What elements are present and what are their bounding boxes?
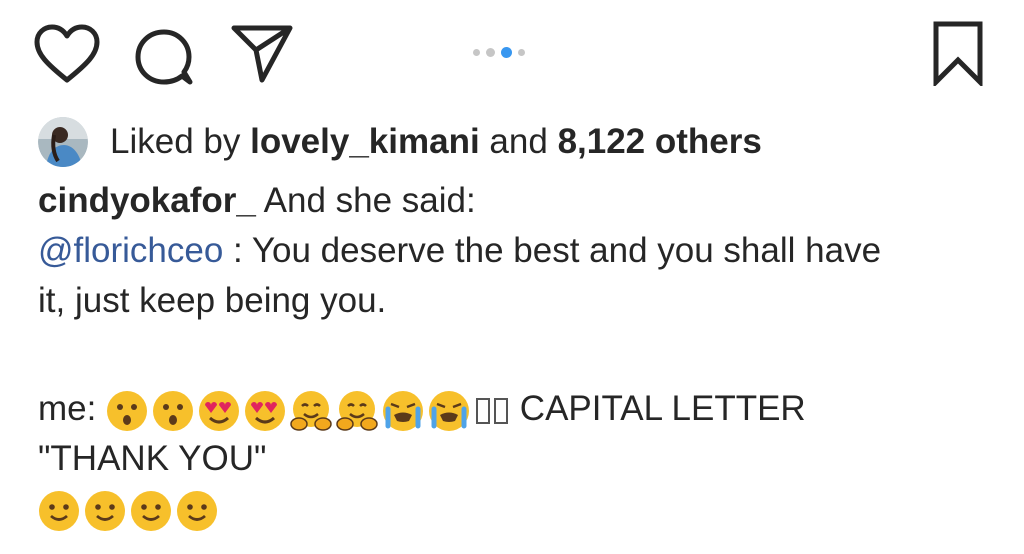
carousel-dot [486, 47, 495, 57]
caption-line-4: me: CAPITAL LETTER [38, 384, 998, 434]
slightly-smiling-face-icon [39, 490, 79, 531]
carousel-dot-active [501, 46, 512, 58]
liked-by-and: and [489, 122, 548, 161]
slightly-smiling-face-icon [85, 490, 125, 531]
liked-by-username[interactable]: lovely_kimani [250, 122, 480, 162]
caption-me-prefix: me: [38, 389, 107, 428]
heart-eyes-face-icon [199, 390, 240, 431]
likes-summary: Liked by lovely_kimani and 8,122 others [38, 116, 762, 168]
share-button[interactable] [228, 22, 296, 84]
comment-button[interactable] [132, 26, 196, 86]
carousel-dot [518, 48, 525, 56]
caption-username[interactable]: cindyokafor_ [38, 181, 256, 220]
caption-line-1: cindyokafor_ And she said: [38, 176, 998, 226]
caption-line-5: "THANK YOU" [38, 439, 267, 478]
loudly-crying-face-icon [383, 390, 424, 431]
slightly-smiling-face-icon [131, 490, 171, 531]
save-button[interactable] [928, 20, 988, 86]
loudly-crying-face-icon [429, 390, 470, 431]
missing-glyph-icon [476, 397, 491, 424]
carousel-indicator [473, 45, 525, 59]
hugging-face-icon [336, 390, 378, 431]
missing-glyph-icon [494, 397, 509, 424]
heart-outline-icon [34, 24, 100, 83]
caption-line-2: @florichceo : You deserve the best and y… [38, 226, 998, 276]
post-action-bar [0, 0, 1024, 100]
liked-by-prefix: Liked by [110, 122, 241, 161]
avatar-photo [38, 117, 88, 167]
emoji-sequence [106, 390, 510, 432]
paper-plane-icon [231, 25, 293, 83]
hugging-face-icon [290, 390, 332, 431]
emoji-sequence [38, 490, 222, 532]
caption-capital-letter: CAPITAL LETTER [510, 389, 806, 428]
caption-text-2: : You deserve the best and you shall hav… [223, 231, 882, 270]
bookmark-outline-icon [933, 21, 983, 86]
caption-mention[interactable]: @florichceo [38, 231, 223, 270]
heart-eyes-face-icon [245, 390, 286, 431]
astonished-face-icon [153, 390, 194, 431]
avatar[interactable] [38, 117, 88, 167]
slightly-smiling-face-icon [177, 490, 217, 531]
caption-text-1: And she said: [255, 181, 476, 220]
like-button[interactable] [32, 24, 102, 84]
carousel-dot [473, 48, 480, 56]
speech-bubble-icon [135, 29, 193, 85]
likes-count-link[interactable]: 8,122 others [558, 122, 762, 162]
post-caption: cindyokafor_ And she said: @florichceo :… [38, 176, 998, 534]
astonished-face-icon [107, 390, 148, 431]
caption-line-3: it, just keep being you. [38, 281, 387, 320]
caption-line-6 [38, 484, 998, 534]
